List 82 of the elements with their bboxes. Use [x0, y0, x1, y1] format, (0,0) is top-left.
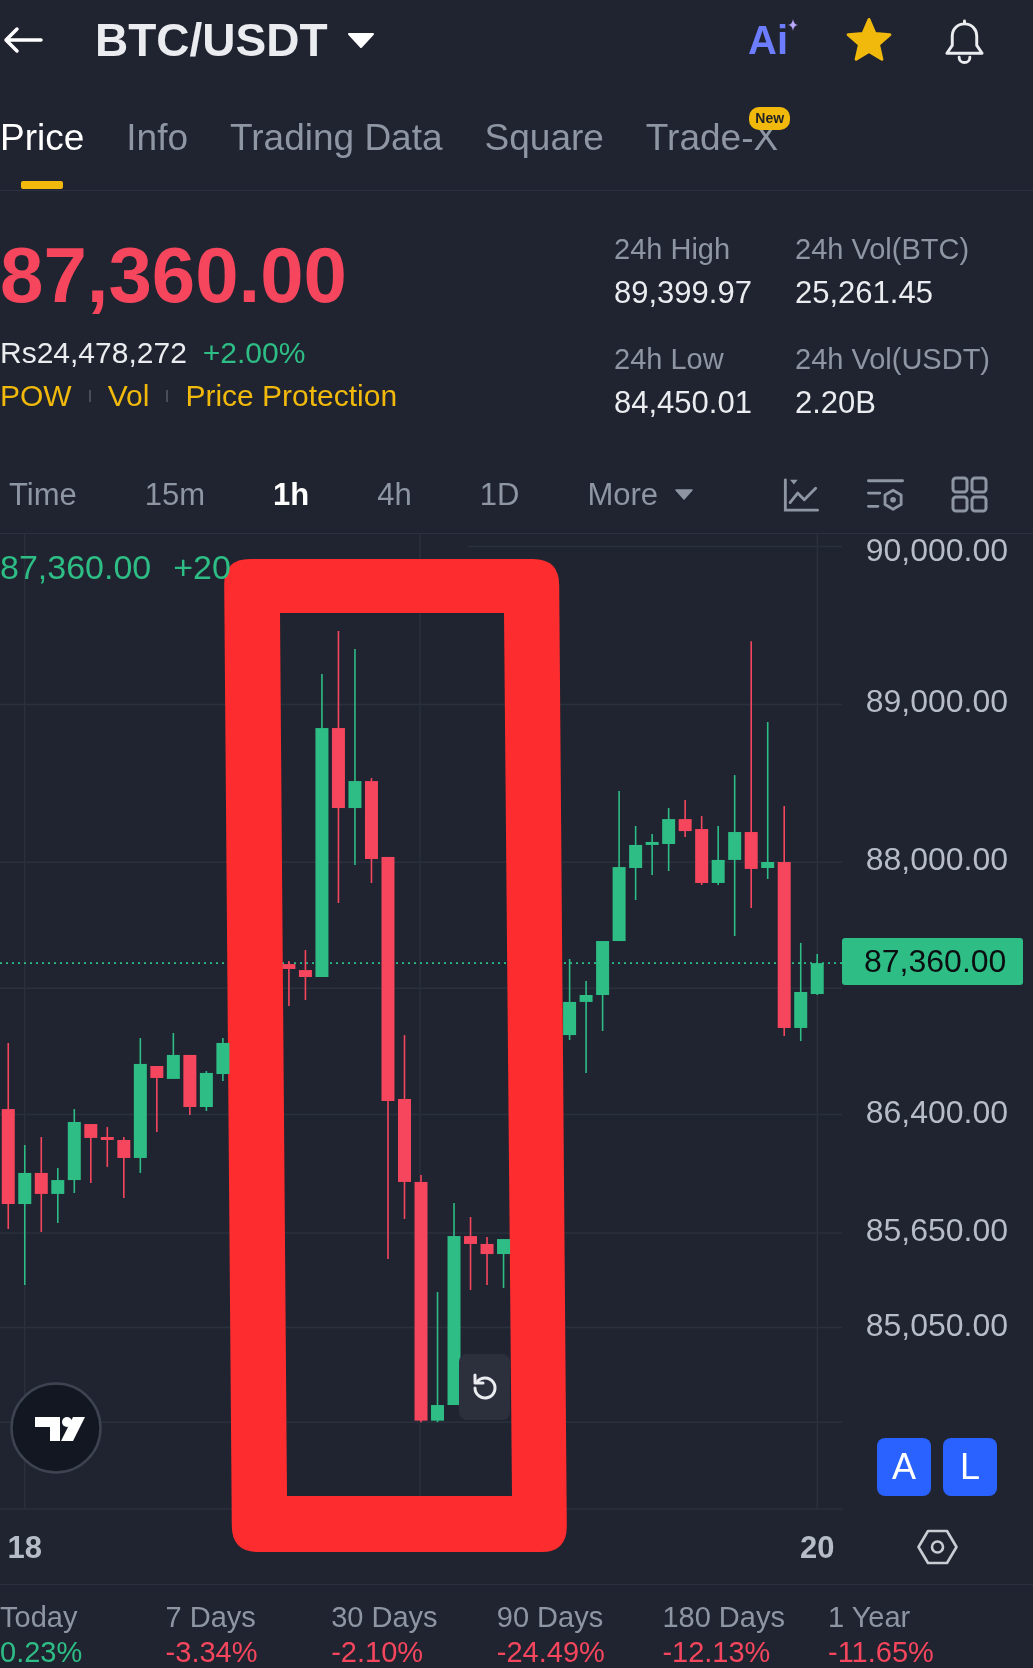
axis-label: 89,000.00	[865, 685, 1008, 718]
period-change: -2.10%	[331, 1639, 424, 1666]
period-label: 1 Year	[827, 1603, 911, 1632]
period-label: 180 Days	[662, 1603, 785, 1632]
tag-link[interactable]: Vol	[107, 381, 150, 411]
axis-label: 85,650.00	[865, 1213, 1008, 1246]
candlestick	[480, 1236, 494, 1286]
candlestick	[711, 825, 725, 886]
back-arrow-icon[interactable]	[3, 26, 43, 54]
candlestick	[695, 815, 709, 886]
grid-icon[interactable]	[951, 476, 988, 513]
stat-label: 24h Vol(BTC)	[795, 235, 970, 264]
axis-label: 88,000.00	[865, 843, 1008, 876]
interval-tab[interactable]: More	[587, 477, 693, 512]
chart-button[interactable]: L	[943, 1438, 997, 1496]
period-label: 90 Days	[496, 1603, 604, 1632]
star-icon[interactable]	[845, 17, 893, 63]
tag-link[interactable]: Price Protection	[185, 381, 398, 411]
interval-tab[interactable]: 15m	[144, 477, 206, 512]
interval-tab[interactable]: Time	[9, 477, 77, 512]
candlestick	[810, 953, 824, 996]
candlestick	[84, 1123, 98, 1184]
indicator-settings-icon[interactable]	[866, 476, 905, 513]
tab[interactable]: Price	[0, 80, 85, 190]
period-change: -3.34%	[165, 1639, 258, 1666]
period-label: 30 Days	[331, 1603, 438, 1632]
stat-value: 89,399.97	[614, 277, 752, 308]
candlestick	[166, 1032, 180, 1080]
period-change: -12.13%	[662, 1639, 771, 1666]
stat-label: 24h High	[614, 235, 731, 264]
candlestick	[199, 1070, 213, 1112]
candlestick	[117, 1136, 131, 1199]
stat-value: 84,450.01	[614, 387, 752, 418]
candlestick	[662, 807, 676, 872]
candlestick	[497, 1238, 511, 1289]
interval-tab[interactable]: 4h	[377, 477, 412, 512]
tag-link[interactable]: POW	[0, 381, 72, 411]
candlestick	[678, 799, 692, 838]
sparkle-icon	[788, 19, 798, 31]
candlestick	[150, 1065, 164, 1133]
pair-title[interactable]: BTC/USDT	[95, 17, 328, 63]
tab[interactable]: Info	[126, 80, 189, 190]
last-price-tag: 87,360.00	[842, 938, 1023, 986]
axis-label: 85,050.00	[865, 1308, 1008, 1341]
candlestick	[216, 1037, 230, 1082]
period-change: -24.49%	[496, 1639, 605, 1666]
period-change: -11.65%	[827, 1639, 934, 1666]
period-label: Today	[0, 1603, 78, 1632]
stat-value: 25,261.45	[795, 277, 933, 308]
logo-icon[interactable]	[10, 1382, 102, 1474]
new-badge: New	[749, 107, 791, 130]
period-label: 7 Days	[165, 1603, 256, 1632]
price-change: +2.00%	[202, 337, 306, 368]
tab[interactable]: Trading Data	[230, 80, 443, 190]
stat-value: 2.20B	[795, 387, 876, 418]
interval-tab[interactable]: 1D	[479, 477, 520, 512]
last-price: 87,360.00	[0, 236, 348, 314]
period-change: 0.23%	[0, 1639, 83, 1666]
line-chart-icon[interactable]	[781, 476, 820, 513]
fiat-price: Rs24,478,272	[0, 337, 187, 368]
candlestick	[51, 1167, 65, 1224]
candlestick	[298, 949, 312, 1001]
settings-icon[interactable]	[917, 1529, 958, 1565]
axis-label: 86,400.00	[865, 1095, 1008, 1128]
caret-icon[interactable]	[347, 32, 374, 48]
candlestick	[282, 960, 296, 1007]
axis-label: 18	[7, 1532, 42, 1563]
tab[interactable]: Square	[484, 80, 604, 190]
reset-button[interactable]	[459, 1354, 510, 1420]
caret-icon	[675, 489, 693, 500]
chart-price: 87,360.00	[0, 550, 152, 584]
candlestick	[183, 1054, 197, 1116]
chart-change: +20	[173, 550, 231, 584]
candlestick	[100, 1126, 114, 1168]
stat-label: 24h Vol(USDT)	[795, 345, 990, 374]
axis-label: 90,000.00	[865, 534, 1008, 566]
stat-label: 24h Low	[614, 345, 724, 374]
interval-tab[interactable]: 1h	[273, 477, 310, 512]
ai-button[interactable]: Ai	[748, 18, 798, 62]
candlestick	[645, 833, 659, 876]
axis-label: 20	[800, 1532, 835, 1563]
chart-button[interactable]: A	[877, 1438, 931, 1496]
